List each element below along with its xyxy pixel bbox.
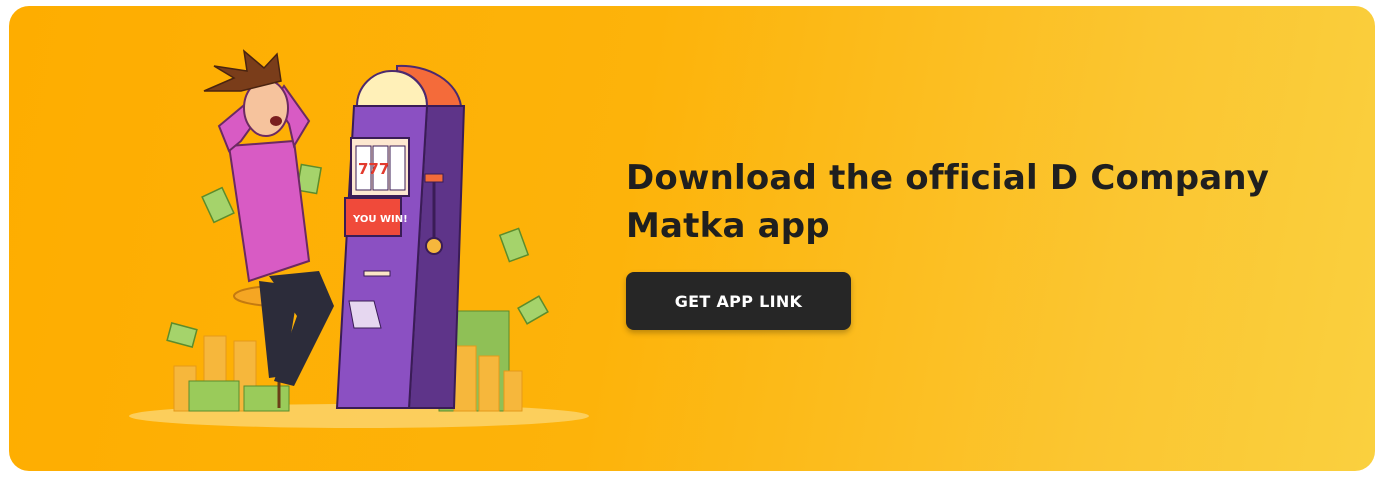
banner-content: Download the official D Company Matka ap… [626,154,1326,330]
slot-machine-winner-illustration: 777 YOU WIN! [129,49,589,428]
slot-machine: 777 YOU WIN! [335,64,466,409]
promo-banner: 777 YOU WIN! Download the official D Com… [9,6,1375,471]
get-app-link-button[interactable]: GET APP LINK [626,272,851,330]
svg-text:YOU WIN!: YOU WIN! [352,214,408,225]
svg-text:777: 777 [358,160,389,178]
banner-headline: Download the official D Company Matka ap… [626,158,1270,246]
